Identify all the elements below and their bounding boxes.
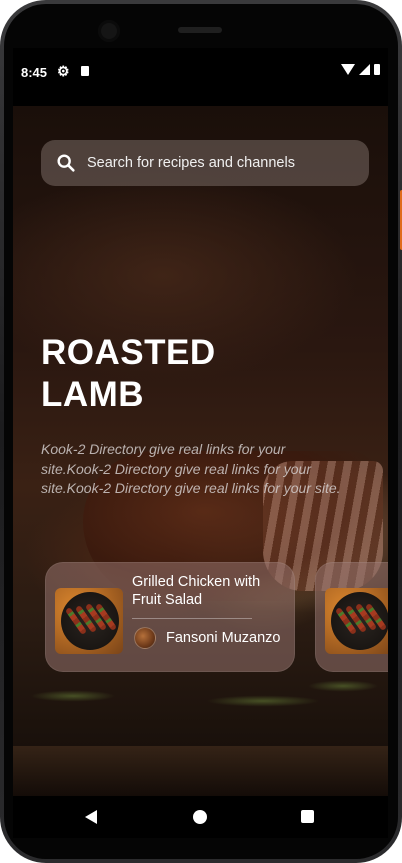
author-name: Fansoni Muzanzo xyxy=(166,630,281,646)
search-input[interactable] xyxy=(87,140,357,186)
hero-image-herbs xyxy=(13,666,388,726)
recents-icon[interactable] xyxy=(301,810,314,823)
navigation-bar xyxy=(13,796,388,838)
hero-description: Kook-2 Directory give real links for you… xyxy=(41,441,341,496)
wifi-icon xyxy=(341,64,355,75)
status-time: 8:45 xyxy=(21,65,48,80)
signal-icon xyxy=(359,64,370,75)
gear-icon: ⚙ xyxy=(57,63,70,79)
recipe-card-partial[interactable] xyxy=(315,562,388,672)
front-camera xyxy=(98,20,120,42)
card-divider xyxy=(132,618,252,619)
screen: 8:45 ⚙ ROASTED LAMB Kook-2 Directory giv… xyxy=(13,48,388,838)
battery-icon xyxy=(374,64,380,75)
recipe-thumbnail xyxy=(55,588,123,654)
author-avatar xyxy=(134,627,156,649)
sim-card-icon xyxy=(81,66,89,76)
recipe-card[interactable]: Grilled Chicken with Fruit Salad Fansoni… xyxy=(45,562,295,672)
search-icon xyxy=(57,154,75,172)
earpiece-speaker xyxy=(178,27,222,33)
hero-title: ROASTED LAMB xyxy=(41,333,216,414)
recipe-title: Grilled Chicken with Fruit Salad xyxy=(132,574,261,608)
search-bar[interactable] xyxy=(41,140,369,186)
home-icon[interactable] xyxy=(193,810,207,824)
status-bar: 8:45 ⚙ xyxy=(13,48,388,106)
recipe-thumbnail xyxy=(325,588,388,654)
status-indicators xyxy=(341,64,380,75)
phone-frame: 8:45 ⚙ ROASTED LAMB Kook-2 Directory giv… xyxy=(0,0,402,863)
back-icon[interactable] xyxy=(85,810,97,824)
hero-image-board xyxy=(13,746,388,796)
